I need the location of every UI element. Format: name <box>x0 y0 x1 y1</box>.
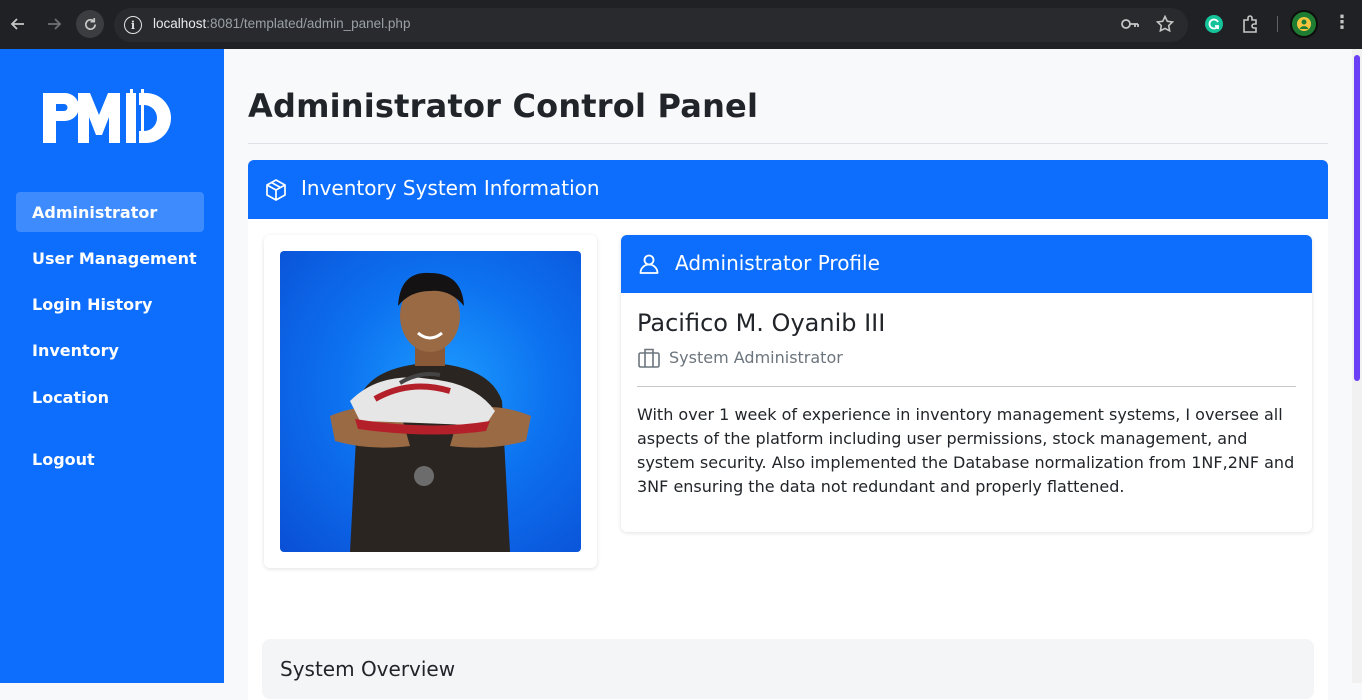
grammarly-icon[interactable] <box>1203 13 1225 35</box>
user-icon <box>637 252 661 276</box>
sidebar-item-logout[interactable]: Logout <box>16 439 204 479</box>
url-text[interactable]: localhost:8081/templated/admin_panel.php <box>153 16 410 31</box>
sidebar-item-administrator[interactable]: Administrator <box>16 192 204 232</box>
card-header: Inventory System Information <box>248 160 1328 219</box>
forward-icon[interactable] <box>40 10 68 38</box>
admin-photo <box>280 251 581 552</box>
sidebar-item-label: Login History <box>32 294 153 314</box>
browser-toolbar: i localhost:8081/templated/admin_panel.p… <box>0 0 1362 49</box>
sidebar-item-inventory[interactable]: Inventory <box>16 330 204 370</box>
system-overview-section: System Overview <box>262 639 1314 699</box>
sidebar-item-user-management[interactable]: User Management <box>16 238 204 278</box>
sidebar-item-label: Inventory <box>32 340 119 360</box>
page-title: Administrator Control Panel <box>248 87 759 125</box>
info-icon[interactable]: i <box>124 16 142 34</box>
briefcase-icon <box>637 347 661 369</box>
toolbar-divider <box>1277 16 1278 32</box>
star-icon[interactable] <box>1155 14 1175 37</box>
title-divider <box>248 143 1328 144</box>
sidebar-item-location[interactable]: Location <box>16 377 204 417</box>
sidebar-item-label: Location <box>32 387 109 407</box>
profile-divider <box>637 386 1296 387</box>
admin-name: Pacifico M. Oyanib III <box>637 309 886 337</box>
pmd-logo <box>40 87 180 145</box>
address-bar[interactable]: i localhost:8081/templated/admin_panel.p… <box>114 8 1188 42</box>
inventory-info-card: Inventory System Information Administrat… <box>248 160 1328 700</box>
scrollbar-thumb[interactable] <box>1354 55 1360 381</box>
key-icon[interactable] <box>1120 15 1140 37</box>
card-header-title: Inventory System Information <box>301 176 600 200</box>
reload-icon[interactable] <box>76 10 104 38</box>
photo-card <box>264 235 597 568</box>
sidebar: Administrator User Management Login Hist… <box>0 49 224 683</box>
profile-avatar[interactable] <box>1290 10 1318 38</box>
system-overview-title: System Overview <box>280 657 456 681</box>
admin-profile-card: Administrator Profile Pacifico M. Oyanib… <box>621 235 1312 532</box>
admin-bio: With over 1 week of experience in invent… <box>637 405 1295 496</box>
sidebar-item-label: Logout <box>32 449 95 469</box>
box-icon <box>264 178 288 202</box>
sidebar-item-login-history[interactable]: Login History <box>16 284 204 324</box>
menu-icon[interactable]: ⋮ <box>1333 12 1351 33</box>
admin-role: System Administrator <box>669 348 843 367</box>
sidebar-item-label: User Management <box>32 248 197 268</box>
sidebar-item-label: Administrator <box>32 202 158 222</box>
main-content: Administrator Control Panel Inventory Sy… <box>224 49 1352 700</box>
profile-header: Administrator Profile <box>621 235 1312 293</box>
extensions-icon[interactable] <box>1239 13 1261 35</box>
profile-header-title: Administrator Profile <box>675 251 880 275</box>
back-icon[interactable] <box>4 10 32 38</box>
